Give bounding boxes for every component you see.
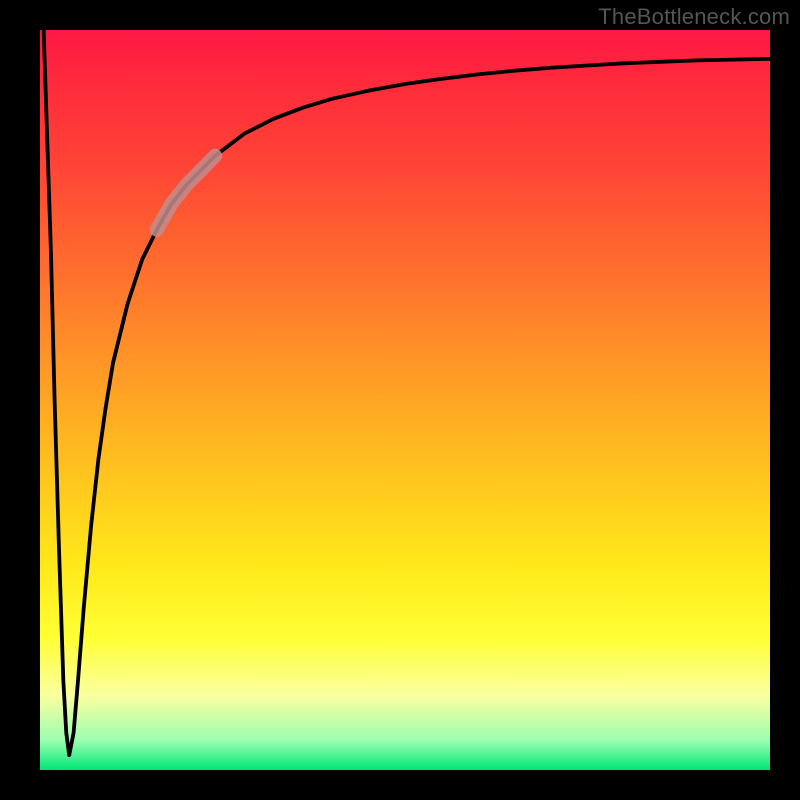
watermark-text: TheBottleneck.com (598, 4, 790, 30)
chart-frame: TheBottleneck.com (0, 0, 800, 800)
plot-area (40, 30, 770, 770)
curve-group (44, 30, 770, 755)
bottleneck-curve (44, 30, 770, 755)
chart-svg (40, 30, 770, 770)
bottleneck-highlight (157, 156, 215, 230)
